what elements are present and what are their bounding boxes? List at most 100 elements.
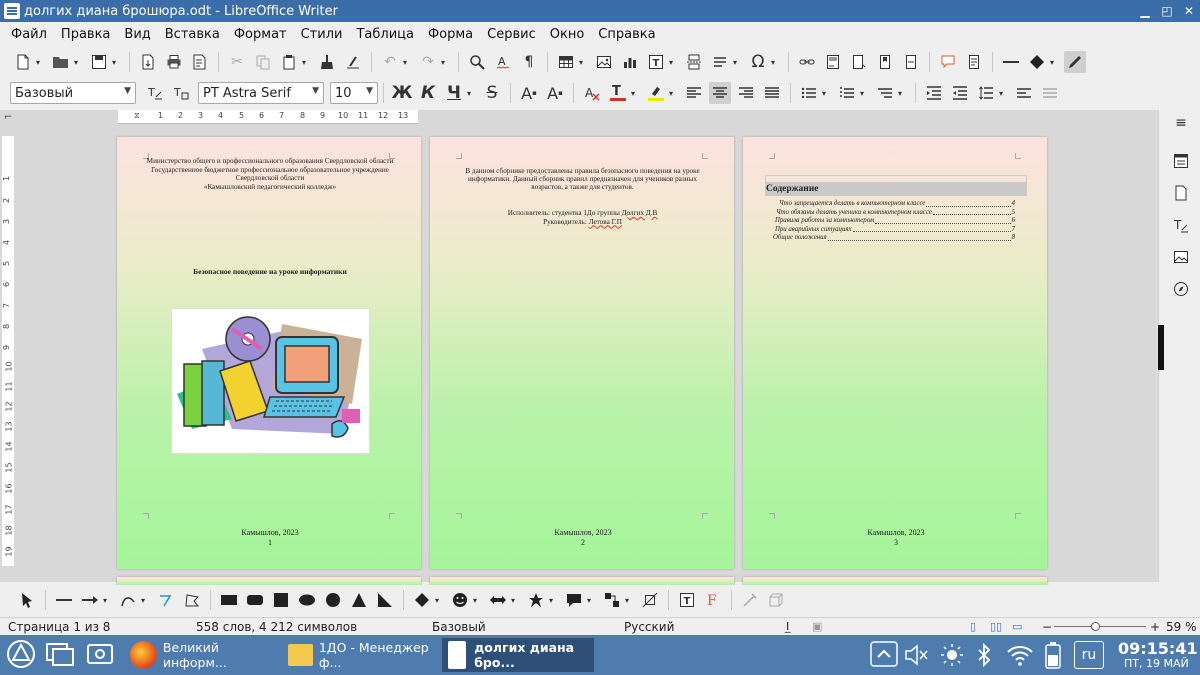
table-of-contents[interactable]: Что запрещается делать в компьютерном кл… [773, 200, 1015, 243]
align-right-icon[interactable] [735, 82, 757, 104]
properties-icon[interactable] [1172, 152, 1190, 170]
special-character-icon[interactable]: Ω [747, 51, 769, 73]
multi-page-view-icon[interactable]: ▯▯ [990, 620, 1002, 633]
save-dropdown-icon[interactable]: ▾ [112, 58, 120, 67]
unordered-list-icon[interactable] [798, 82, 820, 104]
toggle-extrusion-icon[interactable] [739, 589, 761, 611]
paragraph-spacing-icon[interactable] [1013, 82, 1035, 104]
vertical-ruler[interactable]: 1 2 3 4 5 6 7 8 9 10 11 12 13 14 15 16 1… [2, 136, 14, 566]
ellipse-icon[interactable] [296, 589, 318, 611]
new-dropdown-icon[interactable]: ▾ [36, 58, 44, 67]
subscript-button[interactable]: A ▪ [544, 82, 566, 104]
toc-entry[interactable]: При аварийных ситуациях 7 [773, 226, 1015, 235]
underline-dropdown-icon[interactable]: ▾ [467, 89, 475, 98]
show-desktop-icon[interactable] [46, 641, 74, 667]
basic-shapes-diamond-icon[interactable] [411, 589, 433, 611]
toc-title[interactable]: Содержание [765, 182, 1027, 196]
flowchart-dropdown-icon[interactable]: ▾ [625, 596, 633, 605]
menu-format[interactable]: Формат [227, 27, 294, 42]
line-tool-icon[interactable] [53, 589, 75, 611]
save-icon[interactable] [88, 51, 110, 73]
right-triangle-icon[interactable] [374, 589, 396, 611]
export-pdf-icon[interactable] [137, 51, 159, 73]
menu-table[interactable]: Таблица [349, 27, 421, 42]
callouts-icon[interactable] [563, 589, 585, 611]
brochure-title[interactable]: Безопасное поведение на уроке информатик… [145, 267, 395, 276]
document-page-3[interactable]: Содержание Что запрещается делать в комп… [743, 137, 1047, 569]
print-preview-icon[interactable] [189, 51, 211, 73]
redo-dropdown-icon[interactable]: ▾ [441, 58, 449, 67]
basic-shapes-icon[interactable] [1026, 51, 1048, 73]
sidebar-menu-icon[interactable]: ≡ [1172, 114, 1190, 132]
hyperlink-icon[interactable] [796, 51, 818, 73]
block-arrows-icon[interactable] [487, 589, 509, 611]
navigator-icon[interactable] [1172, 280, 1190, 298]
freeform-line-icon[interactable] [155, 589, 177, 611]
select-arrow-icon[interactable] [16, 589, 38, 611]
insert-line-icon[interactable] [1000, 51, 1022, 73]
undo-dropdown-icon[interactable]: ▾ [403, 58, 411, 67]
book-view-icon[interactable]: ▭ [1012, 620, 1022, 633]
paste-icon[interactable] [278, 51, 300, 73]
line-arrow-icon[interactable] [79, 589, 101, 611]
zoom-slider[interactable] [1054, 622, 1146, 631]
justify-icon[interactable] [761, 82, 783, 104]
extrusion-3d-icon[interactable] [765, 589, 787, 611]
highlighting-dropdown-icon[interactable]: ▾ [669, 89, 677, 98]
increase-indent-icon[interactable] [923, 82, 945, 104]
square-icon[interactable] [270, 589, 292, 611]
endnote-icon[interactable] [848, 51, 870, 73]
new-document-icon[interactable] [12, 51, 34, 73]
line-arrow-dropdown-icon[interactable]: ▾ [103, 596, 111, 605]
page-style-status[interactable]: Базовый [432, 620, 486, 634]
insert-mode-icon[interactable]: I̲ [786, 620, 789, 633]
flowchart-icon[interactable] [601, 589, 623, 611]
tab-stop-marker[interactable]: ⌐ [4, 112, 12, 123]
ordered-list-dropdown-icon[interactable]: ▾ [860, 89, 868, 98]
insert-image-icon[interactable] [593, 51, 615, 73]
menu-help[interactable]: Справка [591, 27, 662, 42]
ruler-indent-icon[interactable]: ⧖ [134, 111, 140, 121]
cut-icon[interactable]: ✂ [226, 51, 248, 73]
bookmark-icon[interactable] [874, 51, 896, 73]
page-break-icon[interactable] [683, 51, 705, 73]
footnote-icon[interactable] [822, 51, 844, 73]
clear-direct-formatting-icon[interactable]: A [581, 82, 603, 104]
clock-time[interactable]: 09:15:41 [1118, 639, 1198, 658]
paste-dropdown-icon[interactable]: ▾ [302, 58, 310, 67]
page-icon[interactable] [1172, 184, 1190, 202]
highlighting-icon[interactable] [645, 82, 667, 104]
menu-tools[interactable]: Сервис [480, 27, 543, 42]
decrease-indent-icon[interactable] [949, 82, 971, 104]
curve-dropdown-icon[interactable]: ▾ [141, 596, 149, 605]
open-folder-icon[interactable] [50, 51, 72, 73]
zoom-slider-thumb[interactable] [1091, 622, 1101, 631]
toc-entry[interactable]: Что запрещается делать в компьютерном кл… [773, 200, 1015, 209]
spelling-icon[interactable]: A [492, 51, 514, 73]
formatting-marks-icon[interactable]: ¶ [518, 51, 540, 73]
document-page-2[interactable]: В данном сборнике предоставлены правила … [430, 137, 734, 569]
ordered-list-icon[interactable] [836, 82, 858, 104]
battery-icon[interactable] [1044, 641, 1062, 669]
author-info[interactable]: Исполнитель: студентка 1До группы Долгих… [460, 209, 705, 226]
insert-text-box-icon[interactable]: T [676, 589, 698, 611]
insert-comment-icon[interactable] [937, 51, 959, 73]
symbol-shapes-icon[interactable] [449, 589, 471, 611]
document-page-1[interactable]: Министерство общего и профессионального … [117, 137, 421, 569]
rounded-rectangle-icon[interactable] [244, 589, 266, 611]
horizontal-ruler[interactable]: ⧖ 1 2 3 4 5 6 7 8 9 10 11 12 13 [118, 110, 418, 124]
document-modified-icon[interactable]: ▣ [812, 620, 822, 633]
strikethrough-button[interactable]: S [481, 82, 503, 104]
block-arrows-dropdown-icon[interactable]: ▾ [511, 596, 519, 605]
sidebar-collapse-handle[interactable] [1158, 325, 1164, 370]
styles-icon[interactable]: T [1172, 216, 1190, 234]
basic-shapes-dropdown-icon[interactable]: ▾ [435, 596, 443, 605]
single-page-view-icon[interactable]: ▯ [970, 620, 976, 633]
paragraph-dialog-icon[interactable] [1039, 82, 1061, 104]
computer-books-clipart[interactable] [171, 308, 370, 454]
organization-header[interactable]: Министерство общего и профессионального … [145, 157, 395, 191]
open-dropdown-icon[interactable]: ▾ [74, 58, 82, 67]
insert-textbox-icon[interactable]: T [645, 51, 667, 73]
zoom-in-button[interactable]: + [1150, 620, 1160, 634]
copy-icon[interactable] [252, 51, 274, 73]
